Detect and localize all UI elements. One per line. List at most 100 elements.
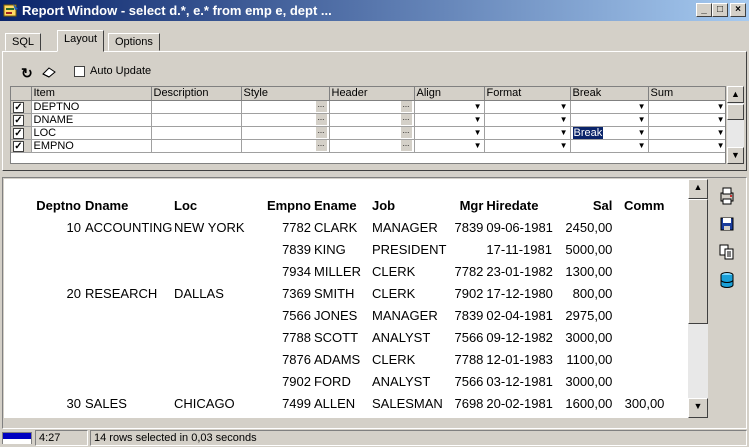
ellipsis-button[interactable]: ...: [400, 101, 412, 112]
row-checkbox-cell[interactable]: ✓: [11, 113, 32, 127]
description-cell[interactable]: [151, 126, 242, 140]
dropdown-arrow-icon[interactable]: ▼: [474, 140, 482, 152]
dropdown-arrow-icon[interactable]: ▼: [560, 114, 568, 126]
format-cell[interactable]: ▼: [484, 100, 571, 114]
scroll-down-button[interactable]: ▼: [727, 147, 744, 164]
database-icon[interactable]: [716, 269, 738, 291]
copy-icon[interactable]: [716, 241, 738, 263]
tab-options[interactable]: Options: [108, 33, 160, 51]
dropdown-arrow-icon[interactable]: ▼: [560, 101, 568, 113]
title-bar[interactable]: Report Window - select d.*, e.* from emp…: [0, 0, 749, 21]
sum-cell[interactable]: ▼: [648, 139, 725, 153]
tab-sql[interactable]: SQL: [5, 33, 42, 51]
row-checkbox-cell[interactable]: ✓: [11, 100, 32, 114]
style-cell[interactable]: ...: [241, 126, 330, 140]
dropdown-arrow-icon[interactable]: ▼: [560, 127, 568, 139]
grid-row[interactable]: ✓ DEPTNO...... ▼ ▼ ▼ ▼: [11, 100, 725, 114]
item-cell[interactable]: EMPNO: [31, 139, 152, 153]
layout-grid-scrollbar[interactable]: ▲ ▼: [727, 86, 744, 164]
scroll-up-button[interactable]: ▲: [688, 179, 708, 199]
save-icon[interactable]: [716, 213, 738, 235]
align-cell[interactable]: ▼: [414, 126, 485, 140]
format-cell[interactable]: ▼: [484, 139, 571, 153]
maximize-button[interactable]: □: [712, 3, 728, 17]
break-cell[interactable]: ▼: [570, 100, 649, 114]
scroll-thumb[interactable]: [688, 199, 708, 324]
header-cell[interactable]: ...: [329, 139, 415, 153]
sum-cell[interactable]: ▼: [648, 126, 725, 140]
break-cell[interactable]: ▼: [570, 113, 649, 127]
ellipsis-button[interactable]: ...: [400, 127, 412, 138]
ellipsis-button[interactable]: ...: [400, 114, 412, 125]
dropdown-arrow-icon[interactable]: ▼: [638, 140, 646, 152]
dropdown-arrow-icon[interactable]: ▼: [717, 101, 725, 113]
style-cell[interactable]: ...: [241, 139, 330, 153]
eraser-icon[interactable]: [41, 66, 57, 78]
header-cell[interactable]: ...: [329, 100, 415, 114]
row-checkbox[interactable]: ✓: [13, 114, 24, 125]
dropdown-arrow-icon[interactable]: ▼: [638, 101, 646, 113]
print-icon[interactable]: [716, 185, 738, 207]
auto-update-checkbox[interactable]: [74, 66, 85, 77]
dropdown-arrow-icon[interactable]: ▼: [560, 140, 568, 152]
align-cell[interactable]: ▼: [414, 139, 485, 153]
align-cell[interactable]: ▼: [414, 113, 485, 127]
grid-row[interactable]: ✓ LOC...... ▼ ▼ Break ▼ ▼: [11, 126, 725, 140]
dropdown-arrow-icon[interactable]: ▼: [717, 127, 725, 139]
dropdown-arrow-icon[interactable]: ▼: [717, 114, 725, 126]
align-cell[interactable]: ▼: [414, 100, 485, 114]
description-cell[interactable]: [151, 139, 242, 153]
format-cell[interactable]: ▼: [484, 113, 571, 127]
sum-cell[interactable]: ▼: [648, 113, 725, 127]
row-checkbox-cell[interactable]: ✓: [11, 139, 32, 153]
format-cell[interactable]: ▼: [484, 126, 571, 140]
ellipsis-button[interactable]: ...: [315, 127, 327, 138]
description-cell[interactable]: [151, 100, 242, 114]
dropdown-arrow-icon[interactable]: ▼: [474, 114, 482, 126]
row-checkbox[interactable]: ✓: [13, 101, 24, 112]
header-cell[interactable]: ...: [329, 126, 415, 140]
break-cell[interactable]: Break ▼: [570, 126, 649, 140]
grid-column-header[interactable]: Description: [151, 87, 242, 101]
grid-column-header[interactable]: Break: [570, 87, 649, 101]
header-cell[interactable]: ...: [329, 113, 415, 127]
break-cell[interactable]: ▼: [570, 139, 649, 153]
style-cell[interactable]: ...: [241, 113, 330, 127]
item-cell[interactable]: DEPTNO: [31, 100, 152, 114]
dropdown-arrow-icon[interactable]: ▼: [474, 101, 482, 113]
scroll-down-button[interactable]: ▼: [688, 398, 708, 418]
grid-column-header[interactable]: Format: [484, 87, 571, 101]
row-checkbox[interactable]: ✓: [13, 127, 24, 138]
minimize-button[interactable]: _: [696, 3, 712, 17]
report-output[interactable]: Deptno Dname Loc Empno Ename Job Mgr Hir…: [4, 179, 688, 418]
scroll-thumb[interactable]: [727, 104, 744, 120]
grid-row[interactable]: ✓ EMPNO...... ▼ ▼ ▼ ▼: [11, 139, 725, 153]
dropdown-arrow-icon[interactable]: ▼: [474, 127, 482, 139]
dropdown-arrow-icon[interactable]: ▼: [638, 127, 646, 139]
scroll-up-button[interactable]: ▲: [727, 86, 744, 103]
dropdown-arrow-icon[interactable]: ▼: [717, 140, 725, 152]
refresh-icon[interactable]: ↻: [21, 65, 33, 82]
report-scrollbar[interactable]: ▲ ▼: [688, 179, 708, 418]
grid-column-header[interactable]: Align: [414, 87, 485, 101]
dropdown-arrow-icon[interactable]: ▼: [638, 114, 646, 126]
ellipsis-button[interactable]: ...: [315, 140, 327, 151]
grid-column-header[interactable]: Style: [241, 87, 330, 101]
grid-column-header[interactable]: Item: [31, 87, 152, 101]
grid-row[interactable]: ✓ DNAME...... ▼ ▼ ▼ ▼: [11, 113, 725, 127]
tab-layout[interactable]: Layout: [57, 30, 105, 52]
sum-cell[interactable]: ▼: [648, 100, 725, 114]
ellipsis-button[interactable]: ...: [400, 140, 412, 151]
grid-column-header[interactable]: Header: [329, 87, 415, 101]
close-button[interactable]: ×: [730, 3, 746, 17]
layout-grid[interactable]: Item Description Style Header Align Form…: [10, 86, 726, 164]
description-cell[interactable]: [151, 113, 242, 127]
style-cell[interactable]: ...: [241, 100, 330, 114]
ellipsis-button[interactable]: ...: [315, 101, 327, 112]
grid-column-header[interactable]: Sum: [648, 87, 725, 101]
ellipsis-button[interactable]: ...: [315, 114, 327, 125]
row-checkbox-cell[interactable]: ✓: [11, 126, 32, 140]
row-checkbox[interactable]: ✓: [13, 140, 24, 151]
item-cell[interactable]: DNAME: [31, 113, 152, 127]
item-cell[interactable]: LOC: [31, 126, 152, 140]
